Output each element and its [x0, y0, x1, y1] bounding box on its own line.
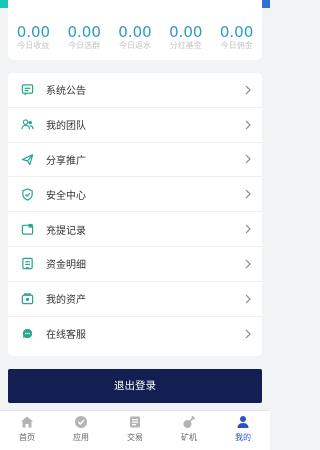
tab-label: 交易 [127, 433, 143, 442]
chevron-right-icon [245, 85, 251, 95]
stat-today-group: 0.00 今日选群 [60, 24, 108, 51]
customer-service-icon [20, 327, 34, 341]
stat-dividend-fund: 0.00 分红基金 [162, 24, 210, 51]
menu-item-label: 分享推广 [46, 155, 86, 167]
menu-item-customer-service[interactable]: 在线客服 [8, 317, 262, 352]
stats-card: 0.00 今日收益 0.00 今日选群 0.00 今日返水 0.00 分红基金 … [8, 0, 262, 60]
chevron-right-icon [245, 294, 251, 304]
profile-icon [237, 416, 249, 428]
shield-icon [20, 187, 34, 201]
menu-item-security[interactable]: 安全中心 [8, 177, 262, 213]
tab-label: 首页 [19, 433, 35, 442]
home-icon [21, 416, 33, 428]
menu-item-assets[interactable]: 我的资产 [8, 282, 262, 317]
chevron-right-icon [245, 224, 251, 234]
stat-value: 0.00 [16, 23, 51, 41]
menu-item-label: 充提记录 [46, 225, 86, 237]
tab-home[interactable]: 首页 [0, 411, 54, 450]
chevron-right-icon [245, 120, 251, 130]
menu-item-fund-details[interactable]: 资金明细 [8, 247, 262, 282]
funds-detail-icon [20, 257, 34, 271]
tab-label: 应用 [73, 433, 89, 442]
stat-today-commission: 0.00 今日佣金 [213, 24, 261, 51]
miner-icon [183, 415, 196, 428]
stat-label: 分红基金 [169, 41, 202, 50]
stat-value: 0.00 [219, 23, 254, 41]
bottom-tab-bar: 首页 应用 交易 矿机 我的 [0, 410, 270, 450]
stat-label: 今日佣金 [220, 41, 253, 50]
chevron-right-icon [245, 189, 251, 199]
stat-today-earnings: 0.00 今日收益 [9, 24, 57, 51]
stat-label: 今日收益 [17, 41, 50, 50]
chevron-right-icon [245, 259, 251, 269]
stat-label: 今日选群 [68, 41, 101, 50]
menu-item-share[interactable]: 分享推广 [8, 143, 262, 178]
tab-apps[interactable]: 应用 [54, 411, 108, 450]
chevron-right-icon [245, 329, 251, 339]
menu-item-label: 在线客服 [46, 330, 86, 342]
logout-button[interactable]: 退出登录 [8, 369, 262, 403]
chevron-right-icon [245, 155, 251, 164]
tab-profile[interactable]: 我的 [216, 411, 270, 450]
menu-item-label: 资金明细 [46, 260, 86, 272]
tab-label: 我的 [235, 433, 251, 442]
apps-icon [75, 416, 87, 428]
tab-trade[interactable]: 交易 [108, 411, 162, 450]
stat-value: 0.00 [118, 23, 152, 41]
stat-label: 今日返水 [118, 41, 151, 50]
menu-item-team[interactable]: 我的团队 [8, 108, 262, 143]
assets-icon [20, 292, 34, 306]
stat-today-rebate: 0.00 今日返水 [111, 24, 159, 51]
tab-label: 矿机 [181, 433, 197, 442]
team-icon [20, 118, 34, 132]
announcement-icon [20, 83, 34, 97]
menu-item-label: 我的团队 [46, 121, 86, 133]
menu-item-announcement[interactable]: 系统公告 [8, 73, 262, 108]
stat-value: 0.00 [67, 23, 101, 41]
trade-icon [130, 416, 140, 428]
tab-miner[interactable]: 矿机 [162, 411, 216, 450]
menu-item-label: 我的资产 [46, 295, 86, 307]
menu-item-label: 安全中心 [46, 190, 86, 202]
stat-value: 0.00 [169, 23, 203, 41]
share-icon [20, 152, 34, 166]
record-icon [20, 222, 34, 236]
menu-item-label: 系统公告 [46, 86, 86, 98]
menu-list: 系统公告 我的团队 分享推广 安全中心 充提记录 资金明细 我的资产 在线客服 [8, 73, 262, 356]
menu-item-records[interactable]: 充提记录 [8, 212, 262, 247]
